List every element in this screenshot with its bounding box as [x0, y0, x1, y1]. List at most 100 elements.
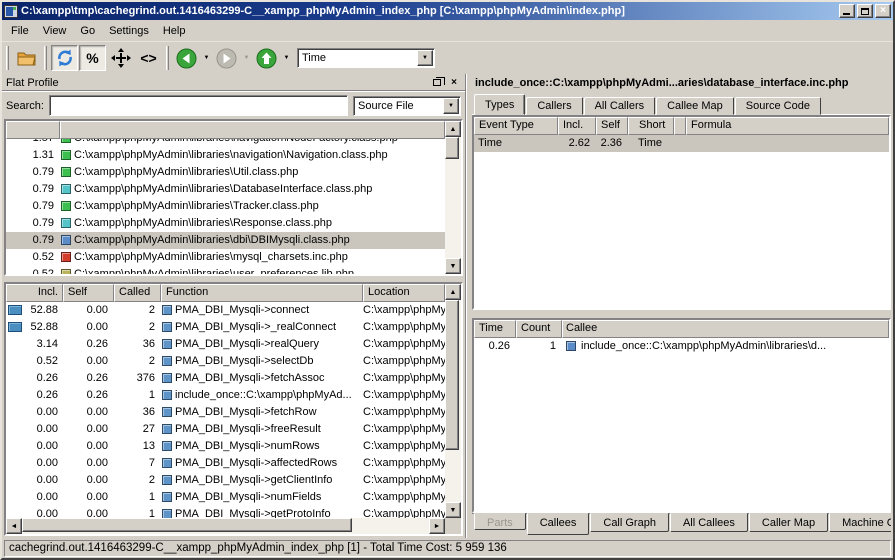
column-header-callee[interactable]: Callee [562, 320, 889, 338]
event-type-row[interactable]: Time2.622.36Time [474, 135, 889, 152]
menu-file[interactable]: File [4, 22, 36, 40]
maximize-button[interactable] [857, 4, 873, 18]
dock-close-button[interactable]: × [447, 76, 461, 89]
function-row[interactable]: 0.520.002PMA_DBI_Mysqli->selectDbC:\xamp… [6, 353, 445, 370]
tab-call-graph[interactable]: Call Graph [590, 513, 669, 532]
menu-settings[interactable]: Settings [102, 22, 156, 40]
column-header-short[interactable]: Short [628, 117, 674, 135]
column-header-function[interactable]: Function [161, 284, 363, 302]
function-row[interactable]: 3.140.2636PMA_DBI_Mysqli->realQueryC:\xa… [6, 336, 445, 353]
source-file-row[interactable]: 0.52C:\xampp\phpMyAdmin\libraries\user_p… [6, 266, 445, 274]
detail-horizontal-splitter[interactable] [472, 310, 891, 318]
tab-types[interactable]: Types [474, 94, 525, 115]
scroll-down-icon[interactable]: ▼ [445, 502, 461, 518]
tab-callee-map[interactable]: Callee Map [656, 97, 734, 115]
column-header-self[interactable]: Self [596, 117, 628, 135]
function-row[interactable]: 0.000.0013PMA_DBI_Mysqli->numRowsC:\xamp… [6, 438, 445, 455]
scroll-up-icon[interactable]: ▲ [445, 121, 461, 137]
function-row[interactable]: 0.000.001PMA_DBI_Mysqli->getProtoInfoC:\… [6, 506, 445, 518]
tab-callers[interactable]: Callers [526, 97, 582, 115]
source-file-row[interactable]: 0.79C:\xampp\phpMyAdmin\libraries\Tracke… [6, 198, 445, 215]
function-name: PMA_DBI_Mysqli->numFields [175, 489, 321, 506]
search-input[interactable] [49, 95, 348, 116]
function-row[interactable]: 0.260.26376PMA_DBI_Mysqli->fetchAssocC:\… [6, 370, 445, 387]
minimize-button[interactable] [839, 4, 855, 18]
column-header-source-file[interactable] [60, 121, 445, 139]
back-dropdown-arrow[interactable]: ▼ [201, 45, 212, 71]
column-header-incl[interactable]: Incl. [6, 284, 63, 302]
forward-dropdown-arrow[interactable]: ▼ [241, 45, 252, 71]
source-list-scrollbar[interactable]: ▲ ▼ [445, 121, 461, 274]
app-icon[interactable] [4, 5, 18, 18]
percent-toggle-button[interactable]: % [79, 45, 106, 71]
function-row[interactable]: 0.000.0036PMA_DBI_Mysqli->fetchRowC:\xam… [6, 404, 445, 421]
up-dropdown-arrow[interactable]: ▼ [281, 45, 292, 71]
column-header-self[interactable]: Self [63, 284, 114, 302]
toolbar-handle[interactable] [166, 46, 169, 70]
column-header-event-type[interactable]: Event Type [474, 117, 558, 135]
column-header-called[interactable]: Called [114, 284, 161, 302]
function-row[interactable]: 0.000.001PMA_DBI_Mysqli->numFieldsC:\xam… [6, 489, 445, 506]
open-file-button[interactable] [13, 45, 40, 71]
forward-button[interactable] [213, 45, 240, 71]
shorten-templates-button[interactable]: <> [135, 45, 162, 71]
tab-all-callers[interactable]: All Callers [584, 97, 656, 115]
self-cost-cell: 0.00 [63, 472, 114, 489]
dock-float-button[interactable] [430, 76, 444, 89]
tab-source-code[interactable]: Source Code [735, 97, 821, 115]
scroll-down-icon[interactable]: ▼ [445, 258, 461, 274]
refresh-button[interactable] [51, 45, 78, 71]
scrollbar-thumb[interactable] [22, 518, 352, 532]
scroll-left-icon[interactable]: ◄ [6, 518, 22, 534]
title-bar[interactable]: C:\xampp\tmp\cachegrind.out.1416463299-C… [2, 2, 893, 20]
combo-dropdown-icon[interactable]: ▼ [443, 98, 459, 114]
callee-row[interactable]: 0.261include_once::C:\xampp\phpMyAdmin\l… [474, 338, 889, 355]
scroll-up-icon[interactable]: ▲ [445, 284, 461, 300]
tab-all-callees[interactable]: All Callees [670, 513, 748, 532]
function-row[interactable]: 0.000.002PMA_DBI_Mysqli->getClientInfoC:… [6, 472, 445, 489]
tab-caller-map[interactable]: Caller Map [749, 513, 828, 532]
source-file-row[interactable]: 0.79C:\xampp\phpMyAdmin\libraries\Util.c… [6, 164, 445, 181]
source-file-row[interactable]: 0.79C:\xampp\phpMyAdmin\libraries\Databa… [6, 181, 445, 198]
source-file-row[interactable]: 1.57C:\xampp\phpMyAdmin\libraries\naviga… [6, 139, 445, 147]
menu-go[interactable]: Go [73, 22, 102, 40]
close-button[interactable]: × [875, 4, 891, 18]
source-file-row[interactable]: 1.31C:\xampp\phpMyAdmin\libraries\naviga… [6, 147, 445, 164]
function-table-scrollbar[interactable]: ▲ ▼ [445, 284, 461, 518]
source-file-row[interactable]: 0.79C:\xampp\phpMyAdmin\libraries\Respon… [6, 215, 445, 232]
function-row[interactable]: 52.880.002PMA_DBI_Mysqli->connectC:\xamp… [6, 302, 445, 319]
column-header-spacer[interactable] [674, 117, 686, 135]
toolbar-handle[interactable] [6, 46, 9, 70]
column-header-location[interactable]: Location [363, 284, 445, 302]
scrollbar-thumb[interactable] [445, 137, 459, 159]
self-cost-cell: 0.26 [63, 387, 114, 404]
source-file-row[interactable]: 0.52C:\xampp\phpMyAdmin\libraries\mysql_… [6, 249, 445, 266]
toolbar-handle[interactable] [44, 46, 47, 70]
combo-dropdown-icon[interactable]: ▼ [417, 50, 433, 66]
scrollbar-thumb[interactable] [445, 300, 459, 450]
column-header-formula[interactable]: Formula [686, 117, 889, 135]
function-row[interactable]: 0.000.0027PMA_DBI_Mysqli->freeResultC:\x… [6, 421, 445, 438]
group-mode-selector[interactable]: Source File ▼ [353, 96, 461, 116]
function-table-hscrollbar[interactable]: ◄ ► [6, 518, 461, 534]
scroll-right-icon[interactable]: ► [429, 518, 445, 534]
tab-parts[interactable]: Parts [474, 513, 526, 530]
event-type-selector[interactable]: Time ▼ [297, 48, 435, 68]
tab-machine-code[interactable]: Machine Code [829, 513, 891, 532]
back-button[interactable] [173, 45, 200, 71]
column-header-self[interactable] [6, 121, 60, 139]
function-row[interactable]: 0.000.007PMA_DBI_Mysqli->affectedRowsC:\… [6, 455, 445, 472]
column-header-incl[interactable]: Incl. [558, 117, 596, 135]
up-button[interactable] [253, 45, 280, 71]
dock-header[interactable]: Flat Profile × [2, 74, 465, 92]
relative-cost-button[interactable] [107, 45, 134, 71]
column-header-count[interactable]: Count [516, 320, 562, 338]
column-header-time[interactable]: Time [474, 320, 516, 338]
float-icon [433, 79, 441, 86]
function-row[interactable]: 52.880.002PMA_DBI_Mysqli->_realConnectC:… [6, 319, 445, 336]
source-file-row[interactable]: 0.79C:\xampp\phpMyAdmin\libraries\dbi\DB… [6, 232, 445, 249]
menu-view[interactable]: View [36, 22, 74, 40]
function-row[interactable]: 0.260.261include_once::C:\xampp\phpMyAd.… [6, 387, 445, 404]
menu-help[interactable]: Help [156, 22, 193, 40]
tab-callees[interactable]: Callees [527, 513, 590, 535]
